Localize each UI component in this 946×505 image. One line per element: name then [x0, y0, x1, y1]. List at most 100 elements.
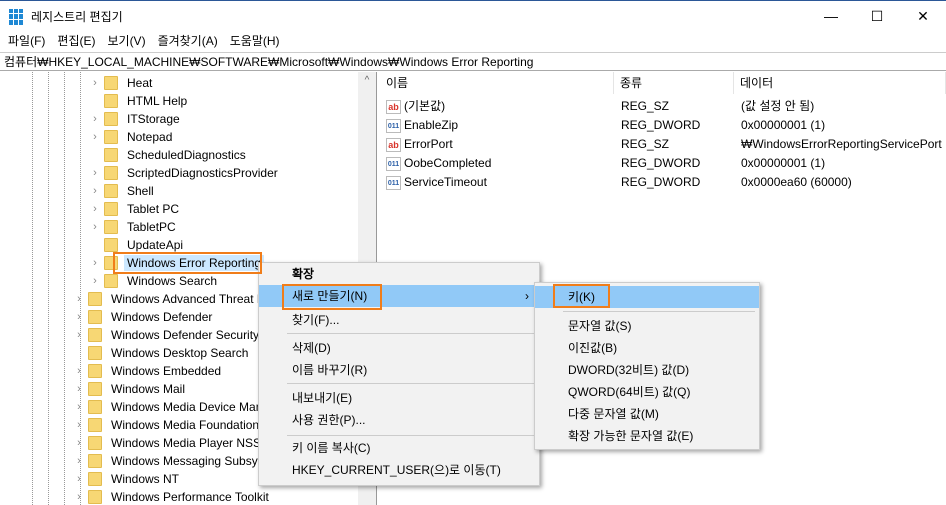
folder-icon	[104, 184, 118, 198]
expand-icon[interactable]: ›	[88, 113, 102, 125]
tree-item[interactable]: › Windows Embedded	[72, 362, 224, 380]
folder-icon	[104, 148, 118, 162]
binary-value-icon: 011	[386, 119, 401, 133]
expand-icon[interactable]: ›	[72, 293, 86, 305]
expand-icon[interactable]: ›	[72, 311, 86, 323]
close-button[interactable]: ✕	[900, 1, 946, 31]
folder-icon	[104, 94, 118, 108]
tree-item-label: Shell	[127, 184, 154, 198]
tree-item[interactable]: › Heat	[88, 74, 155, 92]
tree-item[interactable]: › Tablet PC	[88, 200, 182, 218]
tree-item[interactable]: › Shell	[88, 182, 157, 200]
folder-icon	[88, 436, 102, 450]
tree-item[interactable]: › Windows Media Player NSS	[72, 434, 264, 452]
minimize-button[interactable]: —	[808, 1, 854, 31]
expand-icon[interactable]: ›	[72, 329, 86, 341]
expand-icon[interactable]: ›	[72, 401, 86, 413]
menu-separator	[287, 333, 535, 334]
context-menu-item[interactable]: HKEY_CURRENT_USER(으)로 이동(T)	[259, 459, 539, 481]
tree-item[interactable]: ScheduledDiagnostics	[88, 146, 249, 164]
menu-help[interactable]: 도움말(H)	[226, 32, 288, 51]
context-menu-item[interactable]: 삭제(D)	[259, 337, 539, 359]
tree-item[interactable]: › Windows Media Foundation	[72, 416, 262, 434]
expand-icon[interactable]: ›	[72, 419, 86, 431]
folder-icon	[104, 112, 118, 126]
menu-view[interactable]: 보기(V)	[103, 32, 153, 51]
expand-icon[interactable]: ›	[88, 131, 102, 143]
context-menu-item[interactable]: 키 이름 복사(C)	[259, 437, 539, 459]
submenu-item[interactable]: DWORD(32비트) 값(D)	[535, 359, 759, 381]
value-row[interactable]: 011 EnableZip REG_DWORD 0x00000001 (1)	[380, 116, 946, 135]
folder-icon	[104, 220, 118, 234]
menu-item-label: 이진값(B)	[568, 341, 618, 355]
address-bar[interactable]: 컴퓨터₩HKEY_LOCAL_MACHINE₩SOFTWARE₩Microsof…	[0, 52, 946, 71]
value-name: EnableZip	[404, 118, 459, 132]
tree-item[interactable]: › Windows Media Device Man	[72, 398, 265, 416]
tree-item[interactable]: › Windows Performance Toolkit	[72, 488, 272, 505]
value-row[interactable]: 011 ServiceTimeout REG_DWORD 0x0000ea60 (60…	[380, 173, 946, 192]
expand-icon[interactable]: ›	[72, 437, 86, 449]
menu-favorites[interactable]: 즐겨찾기(A)	[154, 32, 226, 51]
column-type[interactable]: 종류	[614, 72, 734, 94]
tree-item[interactable]: › Windows Mail	[72, 380, 188, 398]
tree-item[interactable]: › Windows Defender	[72, 308, 215, 326]
context-menu-item[interactable]: 이름 바꾸기(R)	[259, 359, 539, 381]
expand-icon[interactable]: ›	[72, 473, 86, 485]
context-menu-item[interactable]: 확장	[259, 263, 539, 285]
context-menu-item[interactable]: 내보내기(E)	[259, 387, 539, 409]
menu-separator	[287, 435, 535, 436]
folder-icon	[88, 382, 102, 396]
expand-icon[interactable]: ›	[88, 203, 102, 215]
expand-icon[interactable]: ›	[72, 383, 86, 395]
tree-item[interactable]: › Windows Search	[88, 272, 220, 290]
menu-file[interactable]: 파일(F)	[4, 32, 53, 51]
tree-item[interactable]: › TabletPC	[88, 218, 179, 236]
folder-icon	[104, 166, 118, 180]
maximize-button[interactable]: ☐	[854, 1, 900, 31]
menu-edit[interactable]: 편집(E)	[53, 32, 103, 51]
scroll-up-icon[interactable]: ^	[358, 75, 376, 86]
binary-value-icon: 011	[386, 176, 401, 190]
tree-item[interactable]: › ITStorage	[88, 110, 183, 128]
submenu-item[interactable]: QWORD(64비트) 값(Q)	[535, 381, 759, 403]
expand-icon[interactable]: ›	[88, 77, 102, 89]
expand-icon[interactable]: ›	[88, 275, 102, 287]
expand-icon[interactable]: ›	[88, 185, 102, 197]
value-row[interactable]: ab (기본값) REG_SZ (값 설정 안 됨)	[380, 97, 946, 116]
value-data: 0x0000ea60 (60000)	[741, 175, 852, 189]
folder-icon	[88, 490, 102, 504]
column-data[interactable]: 데이터	[734, 72, 946, 94]
submenu-item[interactable]: 이진값(B)	[535, 337, 759, 359]
tree-item[interactable]: › Windows NT	[72, 470, 182, 488]
submenu-item[interactable]: 문자열 값(S)	[535, 315, 759, 337]
context-menu-item[interactable]: 사용 권한(P)...	[259, 409, 539, 431]
tree-item-label: Windows Search	[127, 274, 218, 288]
expand-icon[interactable]: ›	[88, 257, 102, 269]
expand-icon[interactable]: ›	[88, 221, 102, 233]
expand-icon[interactable]: ›	[72, 365, 86, 377]
tree-item-label: Windows Defender Security	[111, 328, 260, 342]
menu-item-label: 다중 문자열 값(M)	[568, 407, 659, 421]
value-type: REG_SZ	[621, 137, 670, 151]
submenu-item[interactable]: 다중 문자열 값(M)	[535, 403, 759, 425]
tree-item[interactable]: Windows Desktop Search	[72, 344, 251, 362]
tree-item[interactable]: › Notepad	[88, 128, 175, 146]
tree-item-label: ITStorage	[127, 112, 180, 126]
column-name[interactable]: 이름	[380, 72, 614, 94]
tree-item[interactable]: › Windows Advanced Threat P	[72, 290, 268, 308]
submenu-item[interactable]: 확장 가능한 문자열 값(E)	[535, 425, 759, 447]
tree-item[interactable]: HTML Help	[88, 92, 190, 110]
value-name: ServiceTimeout	[404, 175, 487, 189]
tree-item[interactable]: › Windows Messaging Subsys	[72, 452, 267, 470]
tree-item-label: Windows Mail	[111, 382, 186, 396]
context-menu-item[interactable]: 찾기(F)...	[259, 309, 539, 331]
tree-item[interactable]: › Windows Defender Security	[72, 326, 262, 344]
expand-icon[interactable]: ›	[72, 491, 86, 503]
expand-icon[interactable]: ›	[72, 455, 86, 467]
value-row[interactable]: 011 OobeCompleted REG_DWORD 0x00000001 (1)	[380, 154, 946, 173]
folder-icon	[88, 454, 102, 468]
tree-item[interactable]: › ScriptedDiagnosticsProvider	[88, 164, 281, 182]
value-type: REG_DWORD	[621, 175, 701, 189]
expand-icon[interactable]: ›	[88, 167, 102, 179]
value-row[interactable]: ab ErrorPort REG_SZ ₩WindowsErrorReportingS…	[380, 135, 946, 154]
